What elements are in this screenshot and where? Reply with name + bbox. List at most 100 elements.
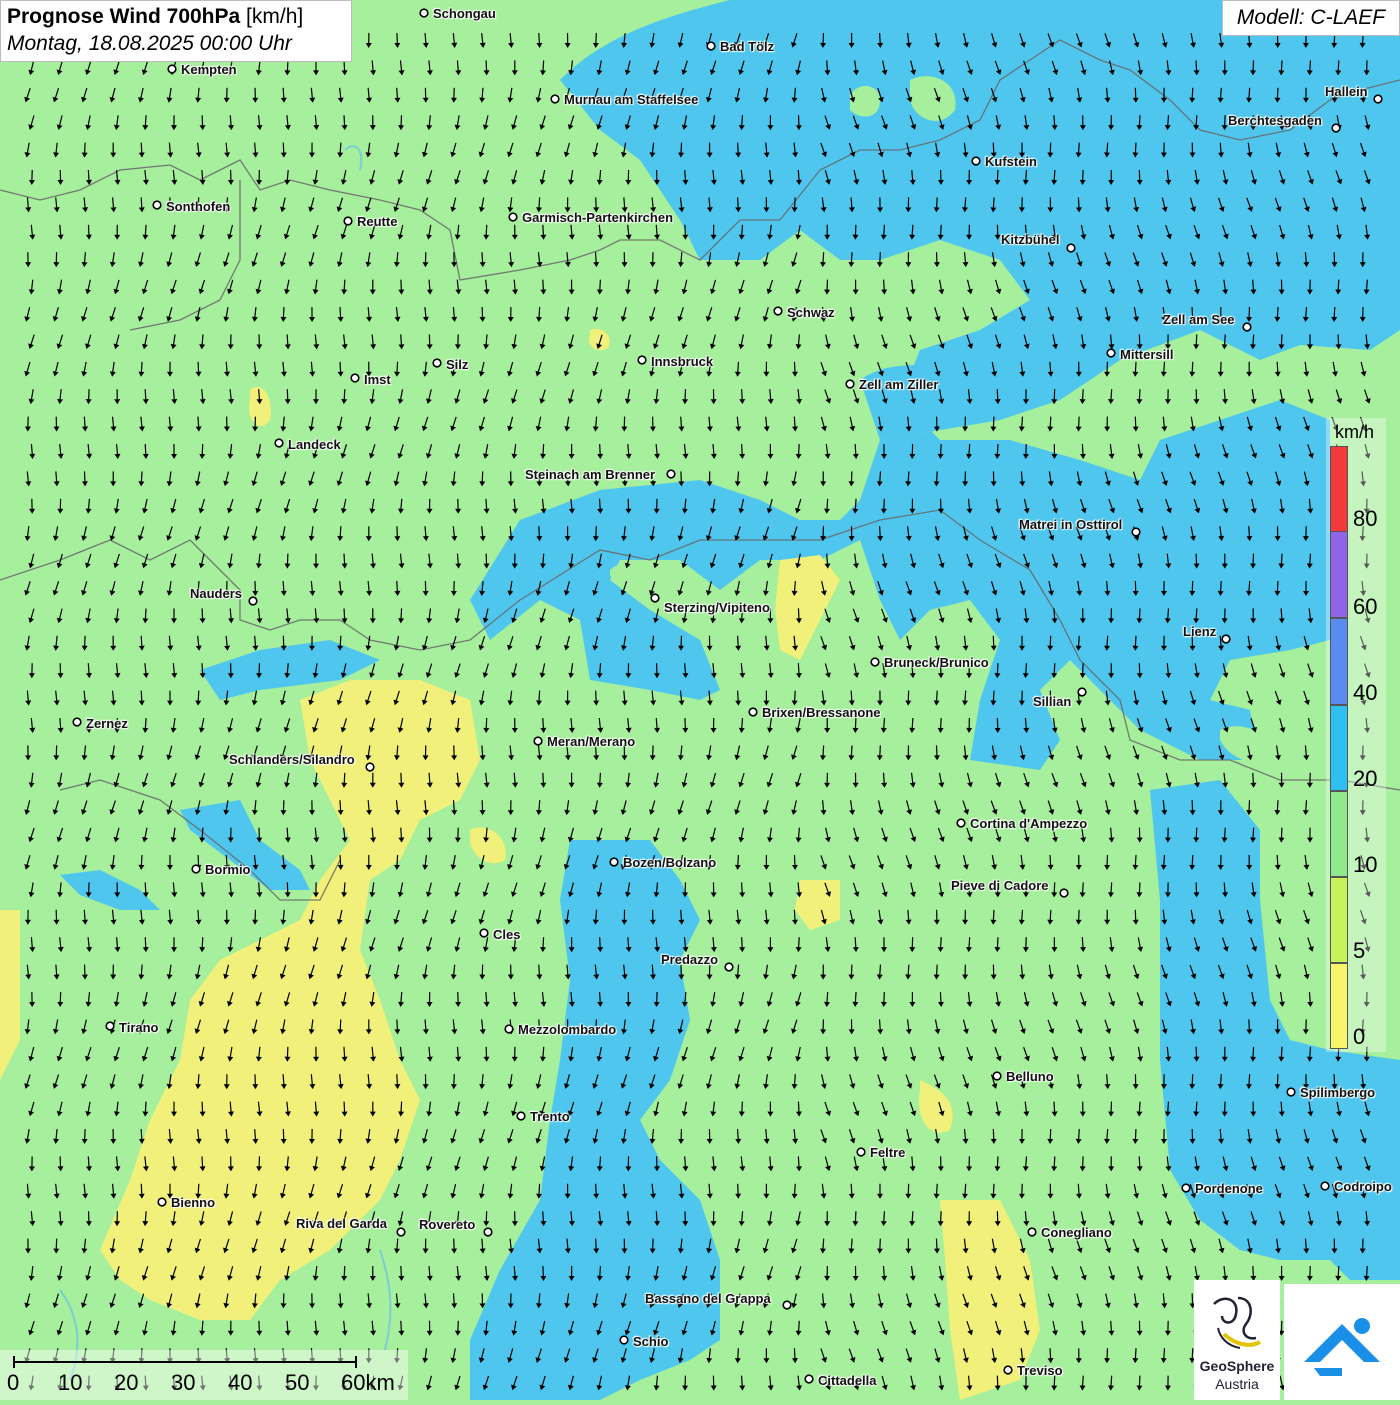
city-label: Spilimbergo <box>1300 1085 1375 1100</box>
city-marker <box>192 865 200 873</box>
color-legend: km/h 806040201050 <box>1326 418 1386 1052</box>
legend-swatch <box>1330 446 1348 532</box>
city-label: Zell am Ziller <box>859 377 938 392</box>
city-label: Schwaz <box>787 305 835 320</box>
scale-bar: 0102030405060km <box>0 1350 408 1400</box>
city-marker <box>610 858 618 866</box>
scale-label: 30 <box>171 1370 195 1396</box>
city-label: Codroipo <box>1334 1179 1392 1194</box>
city-marker <box>1060 889 1068 897</box>
city-label: Sonthofen <box>166 199 230 214</box>
legend-swatch <box>1330 531 1348 618</box>
city-label: Bozen/Bolzano <box>623 855 716 870</box>
city-label: Pieve di Cadore <box>951 878 1049 893</box>
city-label: Bad Tölz <box>720 39 774 54</box>
city-marker <box>484 1228 492 1236</box>
city-label: Reutte <box>357 214 397 229</box>
city-marker <box>651 594 659 602</box>
city-label: Mezzolombardo <box>518 1022 616 1037</box>
legend-swatch <box>1330 963 1348 1049</box>
city-label: Mittersill <box>1120 347 1173 362</box>
city-marker <box>158 1198 166 1206</box>
city-label: Brixen/Bressanone <box>762 705 881 720</box>
city-label: Steinach am Brenner <box>525 467 655 482</box>
city-marker <box>73 718 81 726</box>
city-marker <box>249 597 257 605</box>
forecast-date: Montag, 18.08.2025 00:00 Uhr <box>7 30 345 58</box>
city-marker <box>106 1022 114 1030</box>
app-mountain-icon <box>1284 1284 1400 1400</box>
city-marker <box>805 1375 813 1383</box>
city-label: Garmisch-Partenkirchen <box>522 210 673 225</box>
city-label: Bruneck/Brunico <box>884 655 989 670</box>
city-marker <box>509 213 517 221</box>
city-label: Innsbruck <box>651 354 713 369</box>
app-logo[interactable] <box>1284 1284 1400 1400</box>
city-label: Schlanders/Silandro <box>229 752 355 767</box>
title-unit: [km/h] <box>246 5 303 28</box>
city-label: Schongau <box>433 6 496 21</box>
city-label: Treviso <box>1017 1363 1063 1378</box>
legend-swatch <box>1330 705 1348 791</box>
city-marker <box>707 42 715 50</box>
city-marker <box>344 217 352 225</box>
city-label: Rovereto <box>419 1217 475 1232</box>
city-label: Hallein <box>1325 84 1368 99</box>
city-label: Trento <box>530 1109 570 1124</box>
legend-label: 5 <box>1353 938 1365 964</box>
city-label: Meran/Merano <box>547 734 635 749</box>
legend-label: 60 <box>1353 594 1377 620</box>
city-label: Pordenone <box>1195 1181 1263 1196</box>
city-marker <box>351 374 359 382</box>
map-title: Prognose Wind 700hPa [km/h] <box>7 3 345 30</box>
city-marker <box>1321 1182 1329 1190</box>
city-marker <box>534 737 542 745</box>
city-marker <box>783 1301 791 1309</box>
geosphere-logo[interactable]: GeoSphere Austria <box>1194 1280 1280 1400</box>
city-marker <box>1287 1088 1295 1096</box>
city-label: Belluno <box>1006 1069 1054 1084</box>
city-label: Conegliano <box>1041 1225 1112 1240</box>
city-label: Cortina d'Ampezzo <box>970 816 1087 831</box>
legend-unit: km/h <box>1335 422 1374 443</box>
city-marker <box>1332 124 1340 132</box>
city-marker <box>168 65 176 73</box>
city-label: Cittadella <box>818 1373 877 1388</box>
city-marker <box>846 380 854 388</box>
city-marker <box>1243 323 1251 331</box>
city-label: Predazzo <box>661 952 718 967</box>
city-marker <box>366 763 374 771</box>
city-marker <box>871 658 879 666</box>
geosphere-name: GeoSphere <box>1194 1358 1280 1374</box>
city-marker <box>1028 1228 1036 1236</box>
city-label: Lienz <box>1183 624 1216 639</box>
city-label: Kufstein <box>985 154 1037 169</box>
city-label: Sillian <box>1033 694 1071 709</box>
city-marker <box>433 359 441 367</box>
legend-label: 0 <box>1353 1024 1365 1050</box>
title-panel: Prognose Wind 700hPa [km/h] Montag, 18.0… <box>0 0 352 62</box>
scale-label: 40 <box>228 1370 252 1396</box>
city-label: Berchtesgaden <box>1228 113 1322 128</box>
legend-swatch <box>1330 618 1348 705</box>
city-label: Murnau am Staffelsee <box>564 92 698 107</box>
city-label: Zernez <box>86 716 128 731</box>
city-marker <box>1132 528 1140 536</box>
scale-label: 20 <box>114 1370 138 1396</box>
city-marker <box>1107 349 1115 357</box>
city-marker <box>480 929 488 937</box>
city-marker <box>1222 635 1230 643</box>
city-marker <box>1374 95 1382 103</box>
city-label: Kempten <box>181 62 237 77</box>
legend-swatch <box>1330 877 1348 963</box>
city-marker <box>275 439 283 447</box>
city-marker <box>749 708 757 716</box>
city-label: Imst <box>364 372 391 387</box>
geosphere-swirl-icon <box>1194 1284 1280 1360</box>
city-label: Landeck <box>288 437 341 452</box>
city-marker <box>517 1112 525 1120</box>
city-marker <box>774 307 782 315</box>
city-marker <box>1182 1184 1190 1192</box>
city-label: Matrei in Osttirol <box>1019 517 1122 532</box>
city-label: Tirano <box>119 1020 159 1035</box>
